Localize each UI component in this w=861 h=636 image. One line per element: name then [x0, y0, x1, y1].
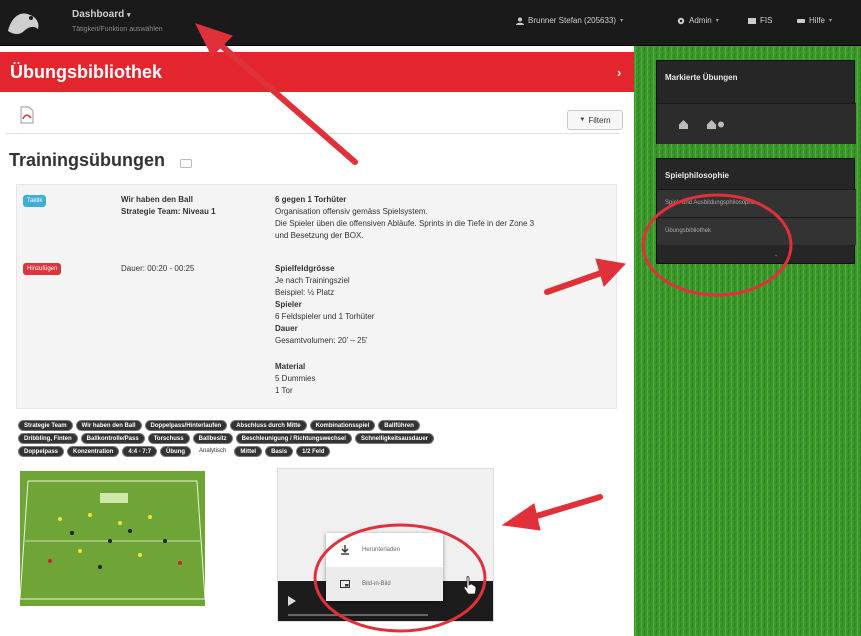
panel-title: Markierte Übungen — [665, 73, 738, 82]
hand-cursor-icon — [463, 576, 477, 595]
sidebar-item-label: Spiel- und Ausbildungsphilosophie — [665, 200, 757, 206]
tag[interactable]: Doppelpass — [18, 446, 65, 457]
page-header: Übungsbibliothek › — [0, 52, 634, 92]
tag[interactable]: Mittel — [234, 446, 263, 457]
category-badge[interactable]: Taktik — [23, 195, 47, 207]
help-label: Hilfe — [809, 16, 826, 25]
sidebar-item-philosophy[interactable]: Spiel- und Ausbildungsphilosophie — [657, 189, 856, 217]
section-title: Trainingsübungen — [9, 150, 165, 170]
download-label: Herunterladen — [362, 547, 401, 553]
add-badge[interactable]: Hinzufügen — [23, 263, 62, 275]
filter-button[interactable]: ▼ Filtern — [567, 110, 623, 130]
download-icon — [341, 545, 349, 555]
tag[interactable]: Wir haben den Ball — [75, 420, 142, 431]
philosophy-panel: Spielphilosophie Spiel- und Ausbildungsp… — [656, 158, 856, 264]
tag[interactable]: Ballkontrolle/Pass — [80, 433, 145, 444]
tag[interactable]: Doppelpass/Hinterlaufen — [144, 420, 228, 431]
duration-title: Dauer — [275, 324, 298, 333]
tag[interactable]: Kombinationsspiel — [309, 420, 376, 431]
sidebar-item-exercise-library[interactable]: Übungsbibliothek — [657, 217, 856, 245]
exercise-duration: Dauer: 00:20 - 00:25 — [121, 264, 195, 273]
tag[interactable]: Basis — [265, 446, 294, 457]
tag[interactable]: Analytisch — [194, 446, 231, 457]
picture-in-picture-icon — [340, 580, 350, 588]
filter-label: Filtern — [588, 115, 611, 125]
tag[interactable]: Beschleunigung / Richtungswechsel — [235, 433, 352, 444]
tag[interactable]: Konzentration — [67, 446, 120, 457]
exercise-card: Taktik Hinzufügen Wir haben den Ball Str… — [16, 184, 617, 409]
comment-icon[interactable] — [180, 159, 192, 168]
tag[interactable]: Strategie Team — [18, 420, 73, 431]
pdf-icon[interactable] — [20, 106, 34, 124]
material-title: Material — [275, 362, 306, 371]
menu-item-pip[interactable]: Bild-in-Bild — [326, 567, 443, 601]
page-title: Übungsbibliothek — [10, 62, 162, 82]
menu-item-download[interactable]: Herunterladen — [326, 533, 443, 567]
sidebar-item-label: Übungsbibliothek — [665, 228, 712, 234]
tag[interactable]: Ballführen — [378, 420, 420, 431]
description-line: und Besetzung der BOX. — [275, 231, 364, 240]
settings-icon[interactable] — [707, 120, 725, 129]
tag[interactable]: 4:4 - 7:7 — [122, 446, 158, 457]
user-label: Brunner Stefan (205633) — [528, 16, 617, 25]
admin-label: Admin — [689, 16, 712, 25]
description-line: Organisation offensiv gemäss Spielsystem… — [275, 207, 428, 216]
more-icon[interactable]: ‐ — [775, 253, 777, 260]
pip-label: Bild-in-Bild — [362, 581, 391, 587]
tag[interactable]: 1/2 Feld — [296, 446, 331, 457]
tag[interactable]: Abschluss durch Mitte — [230, 420, 307, 431]
field-diagram — [20, 471, 205, 606]
tag-list: Strategie Team Wir haben den Ball Doppelpa… — [18, 420, 628, 459]
tag[interactable]: Schnelligkeitsausdauer — [354, 433, 435, 444]
main-content: Übungsbibliothek › ▼ Filtern Trainingsüb… — [0, 46, 634, 636]
filter-icon: ▼ — [579, 117, 586, 123]
fis-menu[interactable]: FIS — [748, 16, 772, 25]
tag-row: Doppelpass Konzentration 4:4 - 7:7 Übung Ana… — [18, 446, 628, 457]
tag[interactable]: Übung — [160, 446, 192, 457]
tag[interactable]: Torschuss — [147, 433, 190, 444]
tag-row: Strategie Team Wir haben den Ball Doppelpa… — [18, 420, 628, 431]
exercise-category: Wir haben den Ball — [121, 195, 193, 204]
fis-label: FIS — [760, 16, 773, 25]
chevron-right-icon[interactable]: › — [617, 65, 621, 80]
tag[interactable]: Ballbesitz — [192, 433, 233, 444]
players-line: 6 Feldspieler und 1 Torhüter — [275, 312, 375, 321]
admin-menu[interactable]: Admin ▾ — [677, 16, 719, 25]
top-navbar: Dashboard ▾ Tätigkeit/Funktion auswählen… — [0, 0, 861, 46]
material-line: 1 Tor — [275, 386, 293, 395]
help-menu[interactable]: Hilfe ▾ — [797, 16, 832, 25]
play-icon[interactable] — [288, 596, 296, 606]
tag[interactable]: Dribbling, Finten — [18, 433, 78, 444]
dashboard-subtitle: Tätigkeit/Funktion auswählen — [72, 26, 163, 33]
home-icon[interactable] — [679, 120, 688, 129]
field-size-title: Spielfeldgrösse — [275, 264, 335, 273]
user-menu[interactable]: Brunner Stefan (205633) ▾ — [516, 16, 623, 25]
grid-icon — [748, 17, 756, 24]
marked-exercises-panel: Markierte Übungen — [656, 60, 856, 144]
description-line: Die Spieler üben die offensiven Abläufe.… — [275, 219, 535, 228]
marked-actions — [657, 103, 856, 144]
logo-icon[interactable] — [4, 5, 44, 39]
material-line: 5 Dummies — [275, 374, 316, 383]
help-icon — [797, 18, 805, 23]
duration-line: Gesamtvolumen: 20' – 25' — [275, 336, 368, 345]
exercise-level: Strategie Team: Niveau 1 — [121, 207, 216, 216]
field-size-line: Beispiel: ½ Platz — [275, 288, 335, 297]
players-title: Spieler — [275, 300, 302, 309]
gear-icon — [677, 17, 685, 24]
user-icon — [516, 17, 524, 25]
sidebar-background: Markierte Übungen Spielphilosophie Spiel… — [634, 46, 861, 636]
field-diagram-image[interactable] — [20, 471, 205, 606]
panel-title: Spielphilosophie — [665, 171, 730, 180]
video-progress[interactable] — [288, 614, 428, 616]
toolbar: ▼ Filtern — [6, 102, 623, 134]
field-size-line: Je nach Trainingsziel — [275, 276, 350, 285]
dashboard-menu[interactable]: Dashboard ▾ — [72, 9, 131, 20]
video-context-menu: Herunterladen Bild-in-Bild — [326, 533, 443, 601]
tag-row: Dribbling, Finten Ballkontrolle/Pass Torsc… — [18, 433, 628, 444]
description-title: 6 gegen 1 Torhüter — [275, 195, 347, 204]
